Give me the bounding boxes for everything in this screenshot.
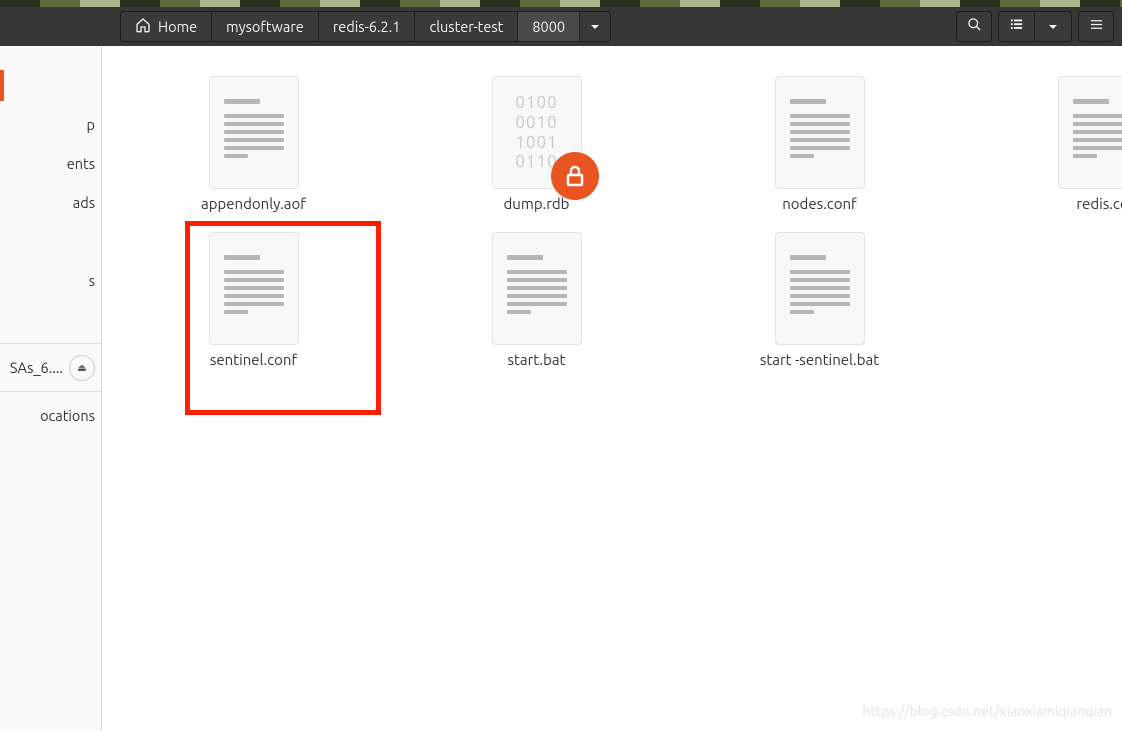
breadcrumb-item-redis[interactable]: redis-6.2.1: [319, 12, 416, 41]
file-item[interactable]: redis.co: [961, 76, 1122, 212]
file-item[interactable]: start.bat: [395, 232, 678, 368]
breadcrumb-label: redis-6.2.1: [333, 18, 401, 35]
breadcrumb-label: mysoftware: [226, 18, 304, 35]
breadcrumb-label: 8000: [532, 18, 565, 35]
file-item[interactable]: 0100001010010110 dump.rdb: [395, 76, 678, 212]
breadcrumb-item-mysoftware[interactable]: mysoftware: [212, 12, 319, 41]
file-item[interactable]: sentinel.conf: [112, 232, 395, 368]
text-file-icon: [775, 76, 865, 189]
breadcrumb-dropdown[interactable]: [580, 12, 610, 41]
text-file-icon: [775, 232, 865, 345]
home-icon: [135, 17, 151, 36]
file-grid: appendonly.aof 0100001010010110 dump.rdb no…: [102, 76, 1122, 368]
lock-icon: [551, 152, 599, 200]
chevron-down-icon: [590, 18, 600, 36]
breadcrumb-item-cluster-test[interactable]: cluster-test: [415, 12, 518, 41]
sidebar-item-pictures[interactable]: s: [0, 261, 101, 300]
sidebar-item-other-locations[interactable]: ocations: [0, 396, 101, 435]
menu-icon: [1089, 17, 1104, 36]
sidebar-item-label: ocations: [40, 407, 95, 424]
sidebar-item-label: s: [89, 272, 95, 289]
chevron-down-icon: [1048, 18, 1058, 36]
breadcrumb-item-8000[interactable]: 8000: [518, 12, 580, 41]
sidebar-separator: [0, 343, 101, 344]
sidebar-item-label: ads: [73, 194, 95, 211]
sidebar-item-downloads[interactable]: ads: [0, 183, 101, 222]
file-label: dump.rdb: [504, 195, 570, 212]
sidebar-item-label: ents: [67, 155, 95, 172]
text-file-icon: [209, 232, 299, 345]
file-item[interactable]: appendonly.aof: [112, 76, 395, 212]
file-item[interactable]: nodes.conf: [678, 76, 961, 212]
search-button[interactable]: [956, 11, 992, 42]
file-label: nodes.conf: [782, 195, 857, 212]
list-view-button[interactable]: [999, 12, 1035, 41]
binary-file-icon: 0100001010010110: [492, 76, 582, 189]
file-label: start.bat: [508, 351, 566, 368]
view-toggle-group: [998, 11, 1072, 42]
main-layout: p ents ads s SAs_6.... ⏏ ocations append…: [0, 46, 1122, 731]
file-label: sentinel.conf: [210, 351, 297, 368]
watermark-text: https://blog.csdn.net/xiaoxiamiqianqian: [862, 703, 1112, 719]
eject-icon[interactable]: ⏏: [69, 355, 95, 381]
breadcrumb: Home mysoftware redis-6.2.1 cluster-test…: [120, 11, 611, 42]
sidebar-item-label: p: [87, 116, 95, 133]
sidebar-item-music[interactable]: [0, 222, 101, 261]
sidebar-item-recent[interactable]: [0, 66, 101, 105]
sidebar-item-device[interactable]: SAs_6.... ⏏: [0, 348, 101, 387]
file-label: appendonly.aof: [201, 195, 306, 212]
sidebar-item-desktop[interactable]: p: [0, 105, 101, 144]
text-file-icon: [492, 232, 582, 345]
search-icon: [967, 17, 982, 36]
text-file-icon: [209, 76, 299, 189]
list-icon: [1009, 17, 1024, 36]
file-view: appendonly.aof 0100001010010110 dump.rdb no…: [102, 46, 1122, 731]
sidebar-separator: [0, 391, 101, 392]
breadcrumb-home[interactable]: Home: [121, 12, 212, 41]
hamburger-menu-button[interactable]: [1078, 11, 1114, 42]
file-label: redis.co: [1076, 195, 1122, 212]
breadcrumb-label: cluster-test: [429, 18, 503, 35]
text-file-icon: [1058, 76, 1122, 189]
file-item[interactable]: start -sentinel.bat: [678, 232, 961, 368]
sidebar-item-videos[interactable]: [0, 300, 101, 339]
view-dropdown-button[interactable]: [1035, 12, 1071, 41]
window-top-strip: [0, 0, 1122, 7]
breadcrumb-label: Home: [158, 18, 197, 35]
toolbar: Home mysoftware redis-6.2.1 cluster-test…: [0, 7, 1122, 46]
sidebar-item-label: SAs_6....: [10, 359, 63, 376]
sidebar-item-documents[interactable]: ents: [0, 144, 101, 183]
file-label: start -sentinel.bat: [760, 351, 879, 368]
sidebar: p ents ads s SAs_6.... ⏏ ocations: [0, 46, 102, 731]
